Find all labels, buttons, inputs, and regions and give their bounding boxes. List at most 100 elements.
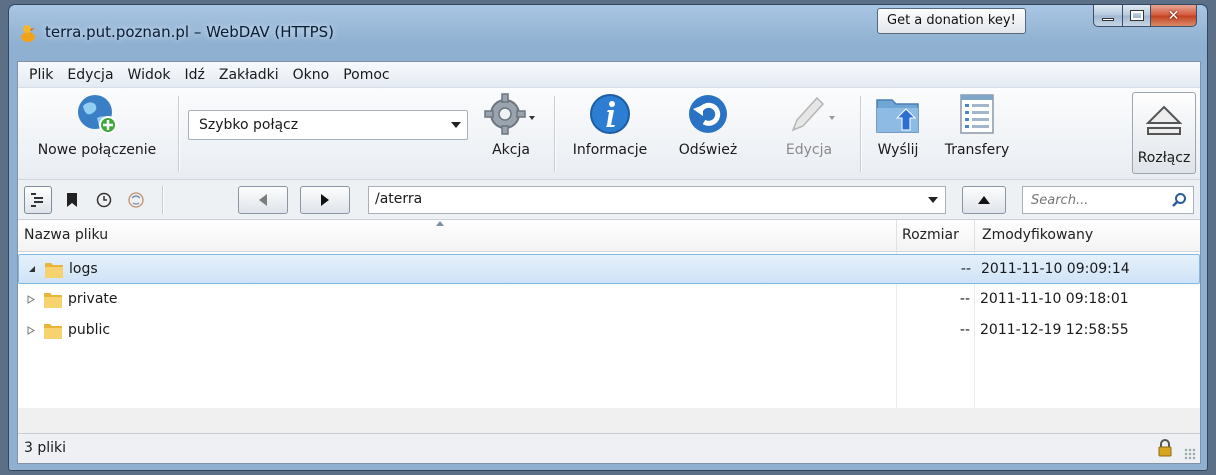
quick-connect-combo[interactable]: Szybko połącz [188, 110, 468, 140]
file-size: -- [959, 291, 970, 307]
search-icon[interactable] [1171, 192, 1187, 208]
action-button[interactable]: Akcja [478, 92, 544, 158]
forward-button[interactable] [300, 186, 350, 214]
column-header-modified[interactable]: Zmodyfikowany [982, 227, 1093, 243]
collapsed-triangle-icon[interactable] [27, 326, 35, 335]
disconnect-label: Rozłącz [1137, 150, 1191, 166]
back-button[interactable] [238, 186, 288, 214]
history-toggle[interactable] [90, 186, 118, 214]
file-size: -- [959, 322, 970, 338]
table-row[interactable]: logs -- 2011-11-10 09:09:14 [18, 254, 1200, 284]
transfers-button[interactable]: Transfery [932, 92, 1022, 158]
column-header-row: Nazwa pliku Rozmiar Zmodyfikowany [18, 220, 1200, 252]
lock-icon [1158, 439, 1172, 457]
back-arrow-icon [259, 194, 267, 206]
close-button[interactable]: ✕ [1151, 5, 1197, 27]
minimize-icon [1102, 18, 1114, 21]
forward-arrow-icon [321, 194, 329, 206]
bonjour-toggle[interactable] [122, 186, 150, 214]
upload-folder-icon [876, 99, 919, 133]
tree-view-icon [31, 193, 43, 207]
status-text: 3 pliki [24, 440, 67, 456]
resize-grip[interactable] [1184, 448, 1196, 460]
folder-icon [45, 263, 63, 278]
transfers-list-icon [960, 94, 994, 134]
disconnect-button[interactable]: Rozłącz [1132, 92, 1196, 174]
edit-label: Edycja [785, 142, 833, 158]
navbar-separator [162, 186, 163, 214]
folder-icon [44, 293, 62, 308]
path-value: /aterra [375, 191, 423, 207]
info-button[interactable]: Informacje [562, 92, 658, 158]
menu-widok[interactable]: Widok [121, 63, 178, 87]
edit-button[interactable]: Edycja [764, 92, 854, 158]
file-modified: 2011-11-10 09:09:14 [981, 261, 1130, 277]
column-divider[interactable] [896, 220, 897, 252]
toolbar: Nowe połączenie Szybko połącz Akcja Info… [18, 88, 1200, 180]
column-header-name[interactable]: Nazwa pliku [24, 227, 108, 243]
table-row[interactable]: public -- 2011-12-19 12:58:55 [18, 316, 1200, 346]
bookmarks-toggle[interactable] [58, 186, 86, 214]
upload-label: Wyślij [877, 142, 919, 158]
gear-icon [484, 93, 535, 135]
file-name: public [68, 322, 111, 338]
sort-ascending-icon [436, 221, 444, 226]
expanded-triangle-icon[interactable] [28, 265, 36, 273]
transfers-label: Transfery [944, 142, 1010, 158]
toolbar-separator [554, 96, 555, 172]
collapsed-triangle-icon[interactable] [27, 295, 35, 304]
eject-icon [1145, 105, 1183, 135]
clock-icon [96, 192, 112, 208]
cyberduck-app-icon [21, 25, 35, 42]
file-name: logs [69, 261, 98, 277]
folder-icon [44, 324, 62, 339]
menu-zakladki[interactable]: Zakładki [212, 63, 286, 87]
quick-connect-value: Szybko połącz [199, 117, 299, 133]
donation-key-button[interactable]: Get a donation key! [877, 8, 1026, 34]
client-area: Plik Edycja Widok Idź Zakładki Okno Pomo… [17, 61, 1201, 464]
column-divider[interactable] [974, 220, 975, 252]
new-connection-label: Nowe połączenie [37, 142, 157, 158]
menu-bar: Plik Edycja Widok Idź Zakładki Okno Pomo… [18, 62, 1200, 88]
file-size: -- [960, 261, 971, 277]
table-row[interactable]: private -- 2011-11-10 09:18:01 [18, 285, 1200, 315]
bonjour-icon [128, 192, 144, 208]
maximize-button[interactable] [1123, 5, 1151, 27]
menu-plik[interactable]: Plik [22, 63, 60, 87]
browser-view-toggle[interactable] [24, 186, 52, 214]
file-modified: 2011-11-10 09:18:01 [980, 291, 1129, 307]
parent-directory-button[interactable] [962, 186, 1006, 214]
close-icon: ✕ [1167, 7, 1180, 24]
file-name: private [68, 291, 118, 307]
path-combo[interactable]: /aterra [368, 186, 946, 214]
window-controls: ✕ [1093, 5, 1197, 27]
menu-okno[interactable]: Okno [286, 63, 337, 87]
info-icon [590, 94, 630, 134]
menu-idz[interactable]: Idź [178, 63, 212, 87]
pencil-icon [791, 96, 835, 132]
column-header-size[interactable]: Rozmiar [902, 227, 959, 243]
refresh-button[interactable]: Odśwież [668, 92, 748, 158]
menu-edycja[interactable]: Edycja [60, 63, 120, 87]
new-connection-button[interactable]: Nowe połączenie [24, 92, 170, 158]
maximize-icon [1129, 10, 1144, 21]
search-input[interactable] [1029, 190, 1165, 210]
bookmark-icon [67, 193, 77, 207]
dropdown-arrow-icon [928, 197, 938, 203]
title-bar[interactable]: terra.put.poznan.pl – WebDAV (HTTPS) Get… [9, 5, 1207, 57]
up-arrow-icon [978, 196, 990, 204]
status-bar: 3 pliki [18, 433, 1200, 463]
dropdown-arrow-icon [451, 122, 461, 128]
file-list: Nazwa pliku Rozmiar Zmodyfikowany logs -… [18, 220, 1200, 408]
refresh-label: Odśwież [678, 142, 738, 158]
app-window: terra.put.poznan.pl – WebDAV (HTTPS) Get… [8, 4, 1208, 471]
menu-pomoc[interactable]: Pomoc [336, 63, 396, 87]
toolbar-separator [178, 96, 179, 172]
file-modified: 2011-12-19 12:58:55 [980, 322, 1129, 338]
action-label: Akcja [492, 142, 530, 158]
upload-button[interactable]: Wyślij [868, 92, 928, 158]
globe-add-icon [78, 95, 117, 134]
refresh-icon [689, 95, 727, 133]
search-box [1022, 186, 1194, 214]
minimize-button[interactable] [1093, 5, 1123, 27]
